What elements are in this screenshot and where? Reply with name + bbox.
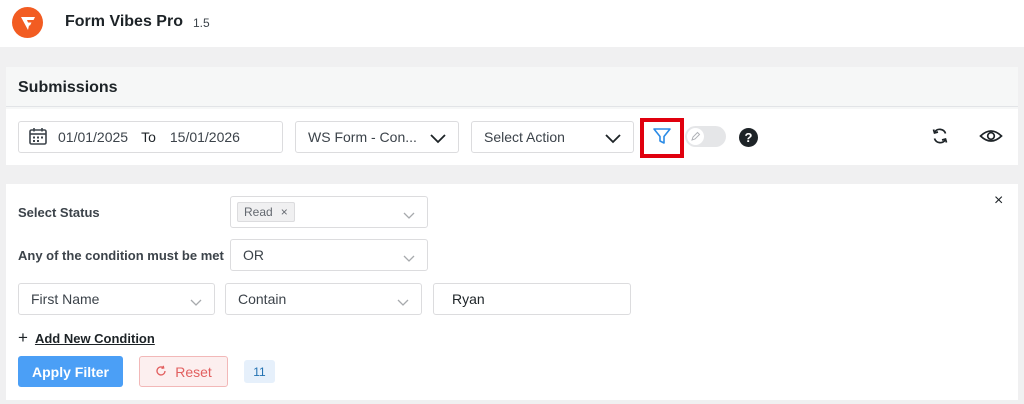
close-icon[interactable]: × [994, 192, 1003, 210]
chevron-down-icon [190, 294, 202, 310]
form-select-value: WS Form - Con... [308, 129, 417, 145]
chevron-down-icon [397, 294, 409, 310]
date-separator: To [141, 129, 156, 145]
toggle-knob [687, 128, 704, 145]
submissions-panel: Submissions 01/01/2025 To 15/01/2026 WS … [6, 67, 1018, 165]
form-select[interactable]: WS Form - Con... [295, 121, 459, 153]
submissions-toolbar: 01/01/2025 To 15/01/2026 WS Form - Con..… [6, 109, 1018, 165]
filter-icon [652, 126, 672, 151]
add-condition-button[interactable]: + Add New Condition [18, 328, 155, 348]
status-tag-label: Read [244, 205, 273, 219]
filter-panel: × Select Status Read × Any of the condit… [6, 184, 1018, 400]
plus-icon: + [18, 328, 28, 347]
apply-filter-button[interactable]: Apply Filter [18, 356, 123, 387]
chevron-down-icon [403, 207, 415, 223]
result-count-badge: 11 [244, 360, 275, 383]
view-toggle[interactable] [685, 126, 726, 147]
filter-button[interactable] [640, 118, 684, 158]
logo-icon [12, 7, 43, 38]
date-from[interactable]: 01/01/2025 [58, 129, 128, 145]
date-to[interactable]: 15/01/2026 [170, 129, 240, 145]
calendar-icon [28, 126, 48, 149]
value-input[interactable]: Ryan [433, 283, 631, 315]
tag-remove-icon[interactable]: × [281, 205, 288, 219]
status-select[interactable]: Read × [230, 196, 428, 228]
field-select[interactable]: First Name [18, 283, 215, 315]
condition-value: OR [243, 247, 264, 263]
submissions-header: Submissions [6, 67, 1018, 107]
action-select-value: Select Action [484, 129, 565, 145]
help-icon[interactable]: ? [739, 128, 758, 147]
date-range-picker[interactable]: 01/01/2025 To 15/01/2026 [18, 121, 283, 153]
operator-value: Contain [238, 291, 287, 307]
reset-label: Reset [175, 363, 212, 380]
chevron-down-icon [605, 131, 621, 147]
chevron-down-icon [430, 131, 446, 147]
top-bar: Form Vibes Pro 1.5 [0, 0, 1024, 47]
app-title: Form Vibes Pro [65, 13, 183, 30]
page-title: Submissions [18, 79, 118, 96]
add-condition-label: Add New Condition [34, 330, 155, 346]
status-label: Select Status [18, 205, 100, 220]
status-tag: Read × [237, 202, 295, 222]
action-select[interactable]: Select Action [471, 121, 634, 153]
field-value: First Name [31, 291, 100, 307]
app-version: 1.5 [193, 16, 210, 30]
reset-icon [155, 364, 167, 380]
operator-select[interactable]: Contain [225, 283, 422, 315]
chevron-down-icon [403, 250, 415, 266]
eye-icon[interactable] [979, 127, 1003, 150]
condition-label: Any of the condition must be met [18, 248, 224, 263]
pencil-icon [691, 131, 701, 141]
condition-select[interactable]: OR [230, 239, 428, 271]
reset-button[interactable]: Reset [139, 356, 228, 387]
refresh-icon[interactable] [930, 126, 950, 151]
